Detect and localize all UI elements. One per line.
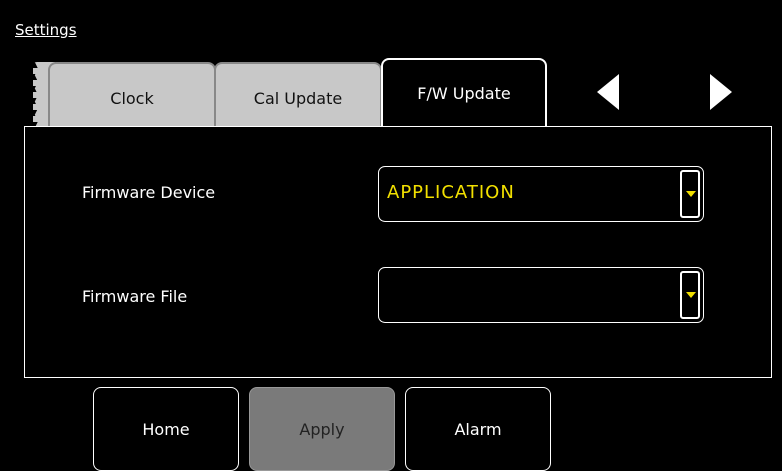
tab-prev-arrow-icon[interactable] [597,74,619,110]
chevron-down-icon[interactable] [680,170,700,218]
firmware-file-label: Firmware File [82,287,188,306]
firmware-device-value: APPLICATION [387,182,515,203]
firmware-file-dropdown[interactable] [378,267,704,323]
home-button[interactable]: Home [93,387,239,471]
firmware-device-label: Firmware Device [82,183,216,202]
tab-cal-update[interactable]: Cal Update [214,62,382,126]
alarm-button[interactable]: Alarm [405,387,551,471]
chevron-down-icon[interactable] [680,271,700,319]
tab-clock[interactable]: Clock [48,62,216,126]
fw-update-panel [24,126,772,378]
page-title: Settings [15,21,77,39]
firmware-device-dropdown[interactable]: APPLICATION [378,166,704,222]
tab-fw-update[interactable]: F/W Update [381,58,547,126]
tab-next-arrow-icon[interactable] [710,74,732,110]
apply-button[interactable]: Apply [249,387,395,471]
